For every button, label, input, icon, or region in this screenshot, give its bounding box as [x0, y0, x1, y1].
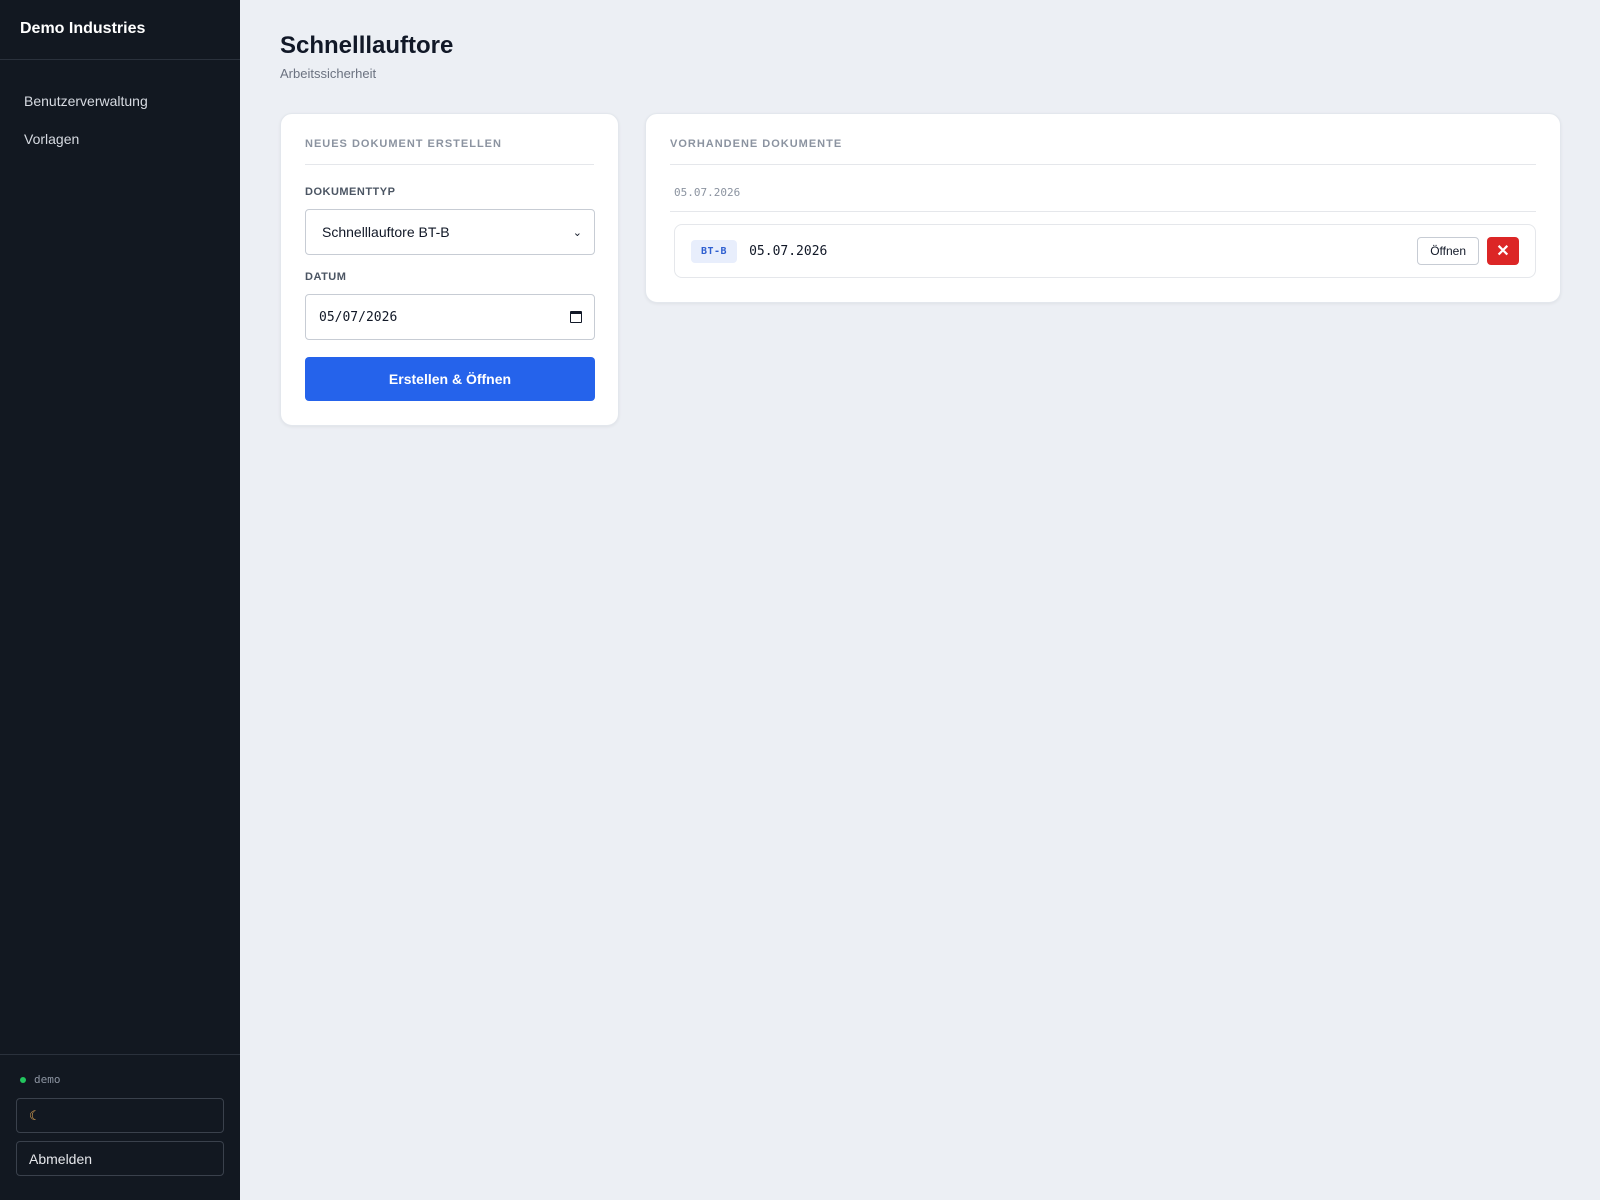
- document-type-badge: BT-B: [691, 239, 738, 263]
- document-date: 05.07.2026: [749, 243, 828, 259]
- page-subtitle: Arbeitssicherheit: [280, 66, 377, 81]
- sidebar-footer: demo ☾ Abmelden: [0, 1054, 240, 1200]
- app-root: Demo Industries Benutzerverwaltung Vorla…: [0, 0, 1600, 1200]
- card-row: NEUES DOKUMENT ERSTELLEN DOKUMENTTYP Sch…: [280, 113, 1561, 426]
- documents-card-heading: VORHANDENE DOKUMENTE: [670, 138, 1536, 165]
- logout-button[interactable]: Abmelden: [16, 1141, 224, 1176]
- sidebar-item-benutzerverwaltung[interactable]: Benutzerverwaltung: [0, 82, 240, 120]
- document-group-date: 05.07.2026: [670, 165, 1536, 212]
- theme-toggle-button[interactable]: ☾: [16, 1098, 224, 1133]
- document-row: BT-B 05.07.2026 Öffnen ✕: [674, 224, 1536, 278]
- page-title: Schnelllauftore: [280, 32, 454, 59]
- create-document-card: NEUES DOKUMENT ERSTELLEN DOKUMENTTYP Sch…: [280, 113, 619, 426]
- close-icon: ✕: [1496, 243, 1510, 260]
- date-input[interactable]: 05/07/2026: [305, 294, 595, 340]
- sidebar-item-vorlagen[interactable]: Vorlagen: [0, 120, 240, 158]
- sidebar-nav: Benutzerverwaltung Vorlagen: [0, 60, 240, 1054]
- moon-icon: ☾: [29, 1107, 41, 1123]
- document-type-label: DOKUMENTTYP: [305, 186, 396, 198]
- delete-document-button[interactable]: ✕: [1487, 237, 1519, 265]
- sidebar: Demo Industries Benutzerverwaltung Vorla…: [0, 0, 240, 1200]
- date-value: 05/07/2026: [319, 309, 398, 325]
- create-open-button[interactable]: Erstellen & Öffnen: [305, 357, 595, 401]
- existing-documents-card: VORHANDENE DOKUMENTE 05.07.2026 BT-B 05.…: [645, 113, 1561, 303]
- online-status-icon: [20, 1076, 26, 1083]
- document-type-select[interactable]: Schnelllauftore BT-B ⌄: [305, 209, 595, 255]
- document-type-value: Schnelllauftore BT-B: [322, 224, 450, 240]
- brand-name: Demo Industries: [0, 0, 240, 60]
- calendar-icon[interactable]: [570, 311, 582, 323]
- date-label: DATUM: [305, 271, 347, 283]
- chevron-down-icon: ⌄: [572, 226, 582, 239]
- current-user: demo: [16, 1073, 224, 1086]
- main-content: Schnelllauftore Arbeitssicherheit NEUES …: [240, 0, 1600, 1200]
- open-document-button[interactable]: Öffnen: [1417, 237, 1479, 265]
- create-card-heading: NEUES DOKUMENT ERSTELLEN: [305, 138, 594, 165]
- username: demo: [34, 1073, 61, 1086]
